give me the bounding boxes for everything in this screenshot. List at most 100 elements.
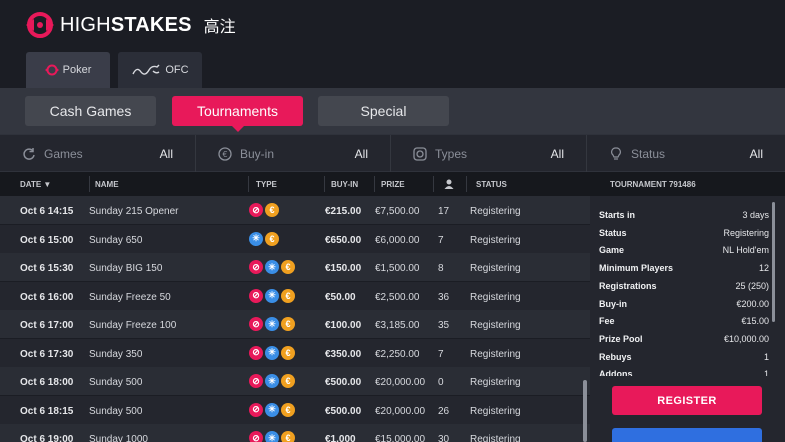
svg-text:€: € <box>222 150 227 159</box>
table-row[interactable]: Oct 6 17:00 Sunday Freeze 100 €100.00 €3,18… <box>0 310 590 338</box>
cash-games-button[interactable]: Cash Games <box>25 96 156 126</box>
filter-bar: Games All € Buy-in All Types All Status … <box>0 134 785 173</box>
detail-label: Addons <box>599 369 633 376</box>
row-prize: €2,250.00 <box>375 348 420 360</box>
dragon-icon <box>132 64 160 75</box>
knockout-icon: ⊘ <box>249 374 263 388</box>
game-tabs: Poker OFC <box>0 52 785 88</box>
row-buyin: €500.00 <box>325 377 362 388</box>
column-date[interactable]: DATE ▼ <box>20 180 51 189</box>
lightbulb-icon <box>611 147 621 160</box>
detail-value: 3 days <box>742 210 769 220</box>
detail-label: Game <box>599 245 625 256</box>
column-prize[interactable]: PRIZE <box>381 180 405 189</box>
row-buyin: €150.00 <box>325 263 362 274</box>
row-name: Sunday Freeze 50 <box>89 291 171 303</box>
row-types: ⊘ ✳ € <box>249 288 295 303</box>
filter-types[interactable]: Types All <box>391 135 587 173</box>
freeze-icon: ✳ <box>265 345 279 360</box>
row-date: Oct 6 19:00 <box>20 434 74 442</box>
column-name[interactable]: NAME <box>95 180 119 189</box>
detail-value: €200.00 <box>736 298 769 309</box>
knockout-icon: ⊘ <box>249 288 263 303</box>
brand-name: HIGHSTAKES <box>60 13 192 36</box>
tournaments-button[interactable]: Tournaments <box>172 96 303 132</box>
table-row[interactable]: Oct 6 16:00 Sunday Freeze 50 €50.00 €2,500.… <box>0 281 590 310</box>
row-buyin: €50.00 <box>325 291 356 303</box>
user-icon[interactable] <box>444 179 454 189</box>
table-scrollbar[interactable] <box>583 380 587 442</box>
freeze-icon: ✳ <box>265 288 279 303</box>
detail-row: Rebuys 1 <box>599 349 769 365</box>
tab-ofc-label: OFC <box>165 64 189 76</box>
detail-scrollbar[interactable] <box>772 202 775 322</box>
row-buyin: €650.00 <box>325 234 362 246</box>
tab-ofc[interactable]: OFC <box>118 52 202 88</box>
table-row[interactable]: Oct 6 18:15 Sunday 500 €500.00 €20,000.00 26… <box>0 395 590 424</box>
row-types: ⊘ ✳ € <box>249 260 295 274</box>
row-status: Registering <box>470 263 521 274</box>
row-status: Registering <box>470 377 521 388</box>
row-name: Sunday 350 <box>89 348 143 360</box>
detail-value: 12 <box>758 263 769 274</box>
euro-icon: € <box>281 260 295 274</box>
brand-chinese: 高注 <box>203 19 236 36</box>
chevron-down-icon: ▼ <box>43 180 52 189</box>
table-row[interactable]: Oct 6 19:00 Sunday 1000 €1,000 €15,000.00 30… <box>0 424 590 442</box>
open-tournament-button[interactable] <box>612 428 762 442</box>
filter-status[interactable]: Status All <box>587 135 785 173</box>
top-bar: HIGHSTAKES 高注 <box>0 0 785 52</box>
row-name: Sunday 215 Opener <box>89 206 179 217</box>
detail-value: 1 <box>763 351 769 362</box>
table-row[interactable]: Oct 6 18:00 Sunday 500 €500.00 €20,000.00 0 R… <box>0 367 590 395</box>
detail-label: Starts in <box>599 210 636 220</box>
freeze-icon: ✳ <box>265 402 279 417</box>
filter-types-label: Types <box>435 147 468 161</box>
table-header: DATE ▼ NAME TYPE BUY-IN PRIZE STATUS TOU… <box>0 172 785 196</box>
row-status: Registering <box>470 206 521 217</box>
tournament-table: Oct 6 14:15 Sunday 215 Opener €215.00 €7,50… <box>0 196 590 442</box>
detail-row: Prize Pool €10,000.00 <box>599 331 769 347</box>
detail-row: Registrations 25 (250) <box>599 278 769 294</box>
row-status: Registering <box>470 434 521 442</box>
table-row[interactable]: Oct 6 14:15 Sunday 215 Opener €215.00 €7,50… <box>0 196 590 224</box>
euro-icon: € <box>281 288 295 303</box>
column-buyin[interactable]: BUY-IN <box>331 180 358 189</box>
detail-row: Status Registering <box>599 225 769 241</box>
row-name: Sunday 1000 <box>89 434 148 442</box>
knockout-icon: ⊘ <box>249 431 263 442</box>
logo[interactable]: HIGHSTAKES 高注 <box>24 11 236 39</box>
row-buyin: €350.00 <box>325 348 362 360</box>
row-date: Oct 6 15:30 <box>20 263 74 274</box>
tab-poker[interactable]: Poker <box>26 52 110 88</box>
row-types: ⊘ ✳ € <box>249 431 295 442</box>
table-row[interactable]: Oct 6 15:00 Sunday 650 €650.00 €6,000.00 7 Re… <box>0 224 590 253</box>
table-row[interactable]: Oct 6 15:30 Sunday BIG 150 €150.00 €1,500.0… <box>0 253 590 281</box>
row-types: ⊘ ✳ € <box>249 317 295 331</box>
euro-icon: € <box>265 203 279 217</box>
row-status: Registering <box>470 405 521 417</box>
detail-label: Registrations <box>599 280 657 291</box>
knockout-icon: ⊘ <box>249 260 263 274</box>
table-row[interactable]: Oct 6 17:30 Sunday 350 €350.00 €2,250.00 7 Re… <box>0 338 590 367</box>
column-status[interactable]: STATUS <box>476 180 507 189</box>
detail-value: 1 <box>763 369 769 376</box>
euro-icon: € <box>265 231 279 246</box>
register-button[interactable]: REGISTER <box>612 386 762 415</box>
row-status: Registering <box>470 320 521 331</box>
column-type[interactable]: TYPE <box>256 180 277 189</box>
row-types: ⊘ € <box>249 203 279 217</box>
filter-games[interactable]: Games All <box>0 135 196 173</box>
euro-icon: € <box>281 374 295 388</box>
category-bar: Cash Games Tournaments Special <box>0 88 785 134</box>
row-date: Oct 6 18:00 <box>20 377 74 388</box>
row-buyin: €215.00 <box>325 206 362 217</box>
row-name: Sunday 500 <box>89 405 143 417</box>
euro-icon: € <box>281 402 295 417</box>
row-prize: €20,000.00 <box>375 377 426 388</box>
row-name: Sunday BIG 150 <box>89 263 163 274</box>
filter-buyin[interactable]: € Buy-in All <box>196 135 391 173</box>
special-button[interactable]: Special <box>318 96 449 126</box>
row-prize: €15,000.00 <box>375 434 426 442</box>
row-status: Registering <box>470 234 521 246</box>
